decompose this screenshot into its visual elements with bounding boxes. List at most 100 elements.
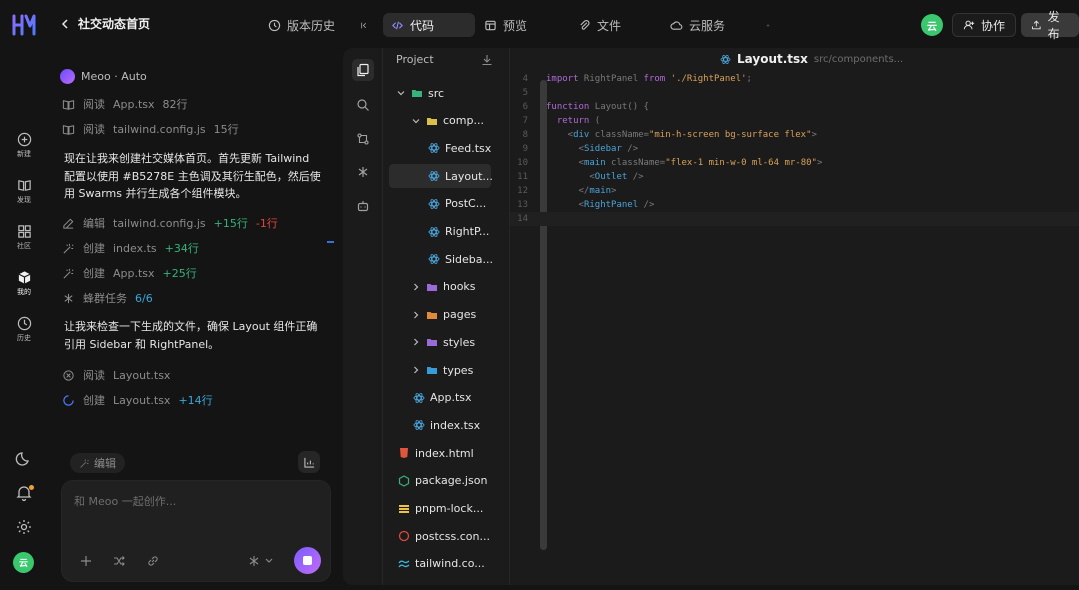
tree-item[interactable]: index.tsx — [413, 413, 480, 437]
book-open-icon — [62, 124, 75, 135]
action-read-tailwind[interactable]: 阅读 tailwind.config.js 15行 — [62, 121, 239, 137]
rail-item-community[interactable]: 社区 — [9, 224, 39, 251]
add-user-icon — [963, 20, 975, 30]
files-button[interactable] — [352, 59, 374, 81]
code-line[interactable]: 6 function Layout() { — [510, 100, 1079, 114]
tree-item-label: postcss.con... — [415, 529, 491, 543]
code-line[interactable]: 10 <main className="flex-1 min-w-0 ml-64… — [510, 156, 1079, 170]
tree-item[interactable]: pages — [411, 303, 476, 327]
stop-button[interactable] — [294, 547, 321, 574]
action-create-layout[interactable]: 创建 Layout.tsx +14行 — [62, 392, 213, 408]
action-create-app[interactable]: 创建 App.tsx +25行 — [62, 265, 197, 281]
tree-item[interactable]: src — [396, 81, 444, 105]
chevron-icon — [414, 283, 419, 291]
tree-item[interactable]: tailwind.co... — [398, 552, 485, 576]
magic-wand-icon — [63, 243, 74, 254]
dark-mode-icon[interactable] — [15, 450, 33, 468]
line-number: 11 — [517, 172, 528, 182]
tree-item[interactable]: Sideba... — [428, 247, 493, 271]
plus-icon[interactable] — [79, 554, 93, 568]
action-swarm-task[interactable]: 蜂群任务 6/6 — [62, 290, 153, 306]
action-create-index[interactable]: 创建 index.ts +34行 — [62, 240, 199, 256]
editor-tab[interactable]: Layout.tsx src/components... — [720, 52, 903, 66]
tree-item-label: PostC... — [445, 197, 487, 211]
editor-path: src/components... — [813, 53, 904, 65]
collaborate-button[interactable]: 协作 — [952, 13, 1017, 37]
tab-files[interactable]: 文件 — [570, 13, 629, 37]
chevron-down-icon[interactable] — [264, 554, 274, 568]
rail-item-mine[interactable]: 我的 — [9, 270, 39, 297]
rail-item-history[interactable]: 历史 — [9, 316, 39, 343]
folder-icon — [426, 364, 438, 376]
cube-icon — [18, 271, 30, 284]
folder-open-icon — [411, 87, 423, 99]
tree-item[interactable]: pnpm-lock... — [398, 497, 483, 521]
tree-item[interactable]: comp... — [411, 109, 484, 133]
ai-button[interactable] — [352, 161, 374, 183]
app-logo-icon[interactable] — [12, 13, 38, 37]
tab-preview[interactable]: 预览 — [476, 13, 535, 37]
tree-item[interactable]: postcss.con... — [398, 524, 490, 548]
code-line[interactable]: 4 import RightPanel from './RightPanel'; — [510, 72, 1079, 86]
git-button[interactable] — [352, 128, 374, 150]
stats-button[interactable] — [298, 451, 320, 473]
action-read-layout[interactable]: 阅读 Layout.tsx — [62, 367, 170, 383]
page-title: 社交动态首页 — [78, 17, 151, 31]
line-text: return ( — [556, 116, 601, 126]
action-read-app[interactable]: 阅读 App.tsx 82行 — [62, 96, 188, 112]
gear-icon[interactable] — [15, 518, 33, 536]
tree-item[interactable]: styles — [411, 330, 475, 354]
code-line[interactable]: 7 return ( — [510, 114, 1079, 128]
tree-item-label: src — [428, 86, 445, 100]
line-number: 12 — [517, 186, 528, 196]
model-select-icon[interactable] — [247, 554, 261, 568]
edit-chip[interactable]: 编辑 — [70, 453, 125, 473]
code-line[interactable]: 14 — [510, 212, 1079, 226]
collapse-panel-button[interactable] — [352, 13, 376, 37]
chat-input[interactable]: 和 Meoo 一起创作... — [74, 493, 176, 509]
tree-item[interactable]: RightP... — [428, 220, 489, 244]
tree-item[interactable]: index.html — [398, 441, 474, 465]
code-line[interactable]: 12 </main> — [510, 184, 1079, 198]
rail-item-discover[interactable]: 发现 — [9, 178, 39, 205]
action-edit-tailwind[interactable]: 编辑 tailwind.config.js +15行 -1行 — [62, 215, 278, 231]
bot-button[interactable] — [352, 195, 374, 217]
code-line[interactable]: 8 <div className="min-h-screen bg-surfac… — [510, 128, 1079, 142]
add-tab-button[interactable] — [758, 13, 778, 37]
tree-item[interactable]: Feed.tsx — [428, 136, 491, 160]
react-icon — [428, 198, 440, 210]
folder-icon — [426, 309, 438, 321]
chat-input-box[interactable]: 和 Meoo 一起创作... — [61, 480, 331, 582]
chevron-icon — [412, 118, 420, 124]
publish-button[interactable]: 发布 — [1021, 10, 1079, 41]
code-icon — [392, 21, 403, 29]
shuffle-icon[interactable] — [112, 554, 126, 568]
download-icon[interactable] — [481, 54, 493, 66]
search-button[interactable] — [352, 94, 374, 116]
tree-item-label: RightP... — [445, 225, 490, 238]
tab-cloud-service[interactable]: 云服务 — [662, 13, 733, 37]
code-line[interactable]: 11 <Outlet /> — [510, 170, 1079, 184]
tree-item[interactable]: package.json — [398, 469, 487, 493]
code-line[interactable]: 9 <Sidebar /> — [510, 142, 1079, 156]
tab-version-history[interactable]: 版本历史 — [260, 13, 343, 37]
rail-item-new[interactable]: 新建 — [9, 132, 39, 159]
tree-item[interactable]: Layout... — [389, 164, 493, 189]
tab-code[interactable]: 代码 — [383, 13, 475, 37]
notification-dot — [29, 485, 34, 490]
user-avatar[interactable]: 云 — [921, 14, 943, 36]
line-text: function Layout() { — [546, 102, 649, 112]
tree-item-label: comp... — [443, 114, 484, 128]
code-lines[interactable]: 4 import RightPanel from './RightPanel'; 5… — [510, 72, 1079, 226]
code-line[interactable]: 13 <RightPanel /> — [510, 198, 1079, 212]
tree-item[interactable]: PostC... — [428, 192, 486, 216]
tree-item[interactable]: App.tsx — [413, 386, 472, 410]
tree-item[interactable]: types — [411, 358, 473, 382]
code-line[interactable]: 5 — [510, 86, 1079, 100]
link-icon[interactable] — [146, 554, 160, 568]
tree-item[interactable]: hooks — [411, 275, 476, 299]
rail-avatar[interactable]: 云 — [13, 552, 34, 573]
book-open-icon — [62, 99, 75, 110]
back-button[interactable]: 社交动态首页 — [60, 15, 150, 32]
line-text — [528, 212, 546, 226]
